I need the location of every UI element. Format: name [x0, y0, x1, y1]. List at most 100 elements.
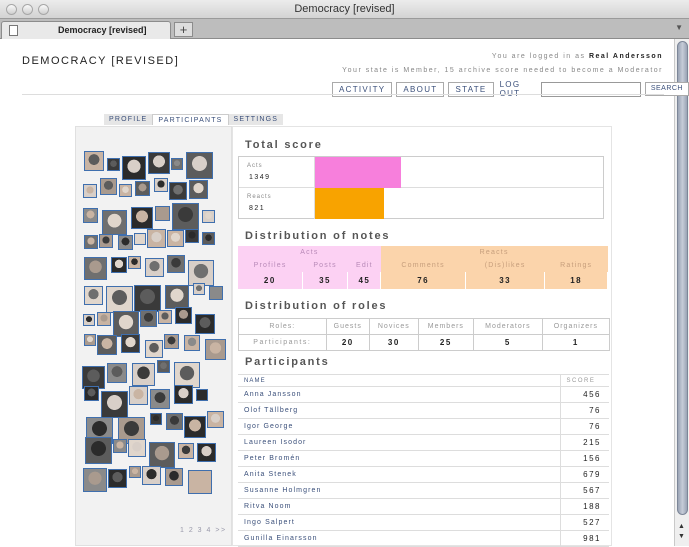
participant-thumbnail[interactable]	[129, 466, 141, 478]
participant-thumbnail[interactable]	[83, 314, 95, 326]
participant-thumbnail[interactable]	[207, 411, 224, 428]
tab-settings[interactable]: SETTINGS	[228, 114, 284, 125]
participant-thumbnail[interactable]	[121, 334, 140, 353]
zoom-window-button[interactable]	[38, 4, 49, 15]
participant-name-link[interactable]: Anita Stenek	[238, 466, 560, 483]
participant-thumbnail[interactable]	[83, 208, 98, 223]
table-row[interactable]: Olof Tällberg 76	[238, 402, 609, 419]
new-tab-button[interactable]: +	[174, 22, 193, 37]
participant-thumbnail[interactable]	[129, 386, 148, 405]
participant-thumbnail[interactable]	[189, 180, 208, 199]
participant-thumbnail[interactable]	[169, 182, 187, 200]
participant-thumbnail[interactable]	[202, 210, 215, 223]
login-user[interactable]: Real Andersson	[589, 53, 663, 60]
participant-thumbnail[interactable]	[149, 442, 175, 468]
participant-thumbnail[interactable]	[83, 184, 97, 198]
participant-thumbnail[interactable]	[119, 184, 132, 197]
participant-thumbnail[interactable]	[135, 181, 150, 196]
participant-name-link[interactable]: Igor George	[238, 418, 560, 435]
participant-thumbnail[interactable]	[84, 286, 103, 305]
nav-logout[interactable]: LOG OUT	[500, 80, 535, 98]
table-row[interactable]: Ingo Salpert 527	[238, 514, 609, 531]
participant-thumbnail[interactable]	[84, 334, 96, 346]
participant-thumbnail[interactable]	[196, 389, 208, 401]
participant-thumbnail[interactable]	[85, 437, 112, 464]
participant-thumbnail[interactable]	[142, 466, 161, 485]
participant-thumbnail[interactable]	[178, 443, 194, 459]
participant-thumbnail[interactable]	[185, 229, 199, 243]
participant-thumbnail[interactable]	[195, 314, 215, 334]
participant-thumbnail[interactable]	[188, 470, 212, 494]
participant-thumbnail[interactable]	[118, 235, 133, 250]
participant-thumbnail[interactable]	[99, 234, 113, 248]
close-window-button[interactable]	[6, 4, 17, 15]
table-row[interactable]: Ritva Noom 188	[238, 498, 609, 515]
participant-thumbnail[interactable]	[171, 158, 183, 170]
participant-thumbnail[interactable]	[140, 310, 157, 327]
participant-name-link[interactable]: Laureen Isodor	[238, 434, 560, 451]
participant-thumbnail[interactable]	[148, 152, 170, 174]
participant-thumbnail[interactable]	[132, 363, 155, 386]
participant-thumbnail[interactable]	[184, 335, 200, 351]
participant-thumbnail[interactable]	[154, 178, 168, 192]
tab-participants[interactable]: PARTICIPANTS	[152, 114, 229, 125]
participant-thumbnail[interactable]	[107, 363, 127, 383]
participant-name-link[interactable]: Ritva Noom	[238, 498, 560, 515]
participant-thumbnail[interactable]	[84, 386, 99, 401]
participant-thumbnail[interactable]	[128, 256, 141, 269]
tab-profile[interactable]: PROFILE	[104, 114, 153, 125]
participant-thumbnail[interactable]	[100, 178, 117, 195]
participant-thumbnail[interactable]	[106, 286, 133, 313]
participant-thumbnail[interactable]	[131, 207, 153, 229]
participant-name-link[interactable]: Anna Jansson	[238, 386, 560, 403]
participant-thumbnail[interactable]	[145, 258, 164, 277]
participant-name-link[interactable]: Gunilla Einarsson	[238, 530, 560, 547]
participant-thumbnail[interactable]	[97, 312, 111, 326]
scroll-down-icon[interactable]: ▼	[678, 533, 685, 540]
participant-thumbnail[interactable]	[193, 283, 205, 295]
scroll-up-icon[interactable]: ▲	[678, 523, 685, 530]
participant-thumbnail[interactable]	[184, 416, 206, 438]
page-scrollbar[interactable]: ▲ ▼	[674, 39, 689, 546]
participant-thumbnail[interactable]	[186, 152, 213, 179]
participant-thumbnail[interactable]	[174, 385, 193, 404]
participant-thumbnail[interactable]	[97, 335, 117, 355]
participant-thumbnail[interactable]	[209, 286, 223, 300]
table-row[interactable]: Anita Stenek 679	[238, 466, 609, 483]
participant-thumbnail[interactable]	[172, 203, 199, 230]
table-row[interactable]: Laureen Isodor 215	[238, 434, 609, 451]
participant-thumbnail[interactable]	[166, 413, 183, 430]
participant-thumbnail[interactable]	[167, 255, 185, 273]
participant-thumbnail[interactable]	[134, 285, 161, 312]
participant-thumbnail[interactable]	[157, 360, 170, 373]
table-row[interactable]: Igor George 76	[238, 418, 609, 435]
participant-thumbnail[interactable]	[165, 468, 183, 486]
browser-tab[interactable]: Democracy [revised]	[1, 21, 171, 39]
participant-thumbnail[interactable]	[175, 307, 192, 324]
minimize-window-button[interactable]	[22, 4, 33, 15]
participant-thumbnail[interactable]	[155, 206, 170, 221]
participant-thumbnail[interactable]	[134, 233, 146, 245]
participant-thumbnail[interactable]	[145, 340, 163, 358]
scrollbar-thumb[interactable]	[677, 41, 688, 515]
table-row[interactable]: Susanne Holmgren 567	[238, 482, 609, 499]
participant-name-link[interactable]: Peter Bromén	[238, 450, 560, 467]
score-column-header[interactable]: SCORE	[559, 374, 609, 387]
participant-thumbnail[interactable]	[84, 151, 104, 171]
participant-thumbnail[interactable]	[107, 158, 120, 171]
participant-thumbnail[interactable]	[84, 235, 98, 249]
participant-thumbnail[interactable]	[128, 439, 146, 457]
table-row[interactable]: Anna Jansson 456	[238, 386, 609, 403]
participant-thumbnail[interactable]	[205, 339, 226, 360]
table-row[interactable]: Gunilla Einarsson 981	[238, 530, 609, 547]
tab-overflow-icon[interactable]: ▼	[675, 23, 683, 32]
participant-thumbnail[interactable]	[165, 285, 189, 309]
participant-name-link[interactable]: Ingo Salpert	[238, 514, 560, 531]
participant-thumbnail[interactable]	[102, 210, 127, 235]
participant-thumbnail[interactable]	[158, 310, 172, 324]
participant-thumbnail[interactable]	[111, 257, 127, 273]
participant-thumbnail[interactable]	[84, 257, 107, 280]
participant-thumbnail[interactable]	[150, 413, 162, 425]
participant-thumbnail[interactable]	[83, 468, 107, 492]
participant-thumbnail[interactable]	[197, 443, 216, 462]
